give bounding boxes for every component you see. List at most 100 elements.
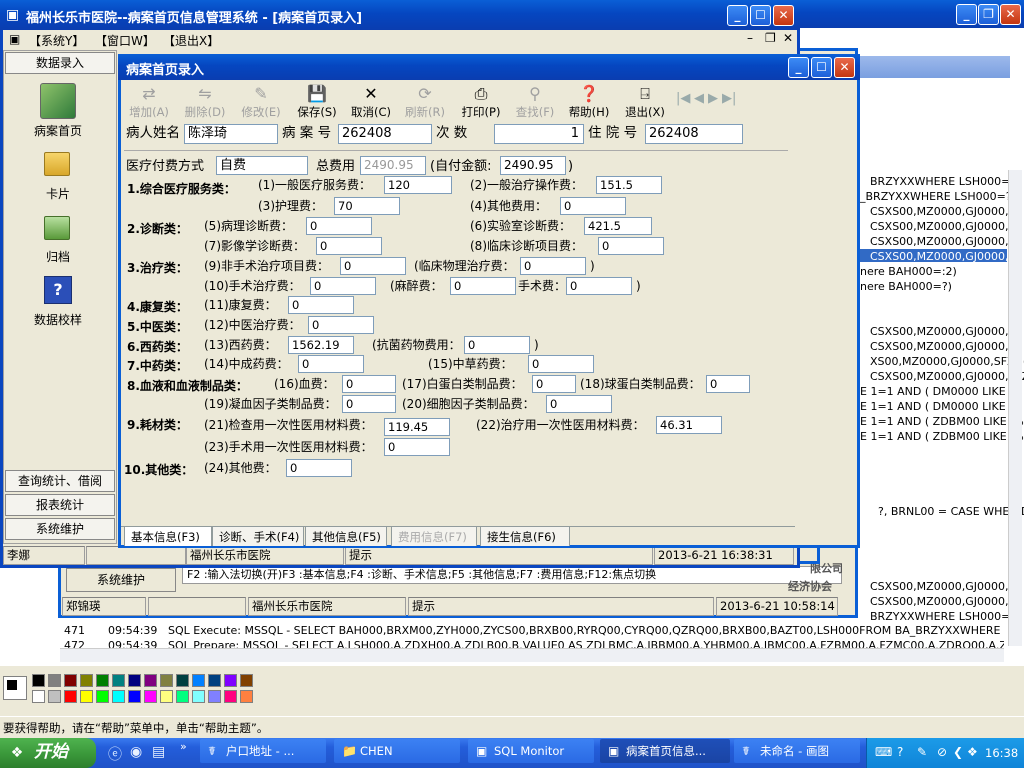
- minimize-button[interactable]: _: [727, 5, 748, 26]
- fee-field-f17[interactable]: 0: [532, 375, 576, 393]
- taskbar-item[interactable]: ▣ SQL Monitor: [468, 739, 594, 763]
- maximize-button[interactable]: ☐: [750, 5, 771, 26]
- fee-field-f13[interactable]: 1562.19: [288, 336, 354, 354]
- palette-swatch[interactable]: [112, 674, 125, 687]
- palette-swatch[interactable]: [176, 690, 189, 703]
- menu-exit[interactable]: 【退出X】: [163, 32, 219, 49]
- tab-2[interactable]: 其他信息(F5): [305, 526, 387, 546]
- mdi-minimize-button[interactable]: –: [747, 31, 753, 45]
- fee-field-f23[interactable]: 0: [384, 438, 450, 456]
- sidebar-maintenance-button[interactable]: 系统维护: [5, 518, 115, 540]
- fee-field-f6[interactable]: 421.5: [584, 217, 652, 235]
- palette-swatch[interactable]: [224, 690, 237, 703]
- palette-swatch[interactable]: [128, 690, 141, 703]
- toolbar-button-find[interactable]: ⚲ 查找(F): [510, 84, 560, 120]
- quicklaunch-app-icon[interactable]: ◉: [130, 744, 142, 760]
- toolbar-button-delete[interactable]: ⇋ 删除(D): [180, 84, 230, 120]
- palette-swatch[interactable]: [160, 674, 173, 687]
- palette-swatch[interactable]: [96, 690, 109, 703]
- palette-swatch[interactable]: [208, 674, 221, 687]
- fee-field-f10[interactable]: 0: [310, 277, 376, 295]
- fee-field-f18[interactable]: 0: [706, 375, 750, 393]
- fee-field-f1[interactable]: 120: [384, 176, 452, 194]
- fee-field-f13a[interactable]: 0: [464, 336, 530, 354]
- palette-swatch[interactable]: [192, 690, 205, 703]
- back-window-sidebar-button[interactable]: 系统维护: [66, 568, 176, 592]
- sidebar-report-button[interactable]: 报表统计: [5, 494, 115, 516]
- palette-swatch[interactable]: [64, 674, 77, 687]
- nav-next-icon[interactable]: ▶: [708, 91, 718, 106]
- toolbar-button-exit[interactable]: ⍈ 退出(X): [620, 84, 670, 120]
- quicklaunch-desktop-icon[interactable]: ▤: [152, 744, 165, 760]
- toolbar-button-save[interactable]: 💾 保存(S): [292, 84, 342, 120]
- taskbar-item[interactable]: 📁 CHEN: [334, 739, 460, 763]
- palette-swatch[interactable]: [128, 674, 141, 687]
- fee-field-f21[interactable]: 119.45: [384, 418, 450, 436]
- nav-last-icon[interactable]: ▶|: [722, 91, 736, 106]
- palette-swatch[interactable]: [48, 690, 61, 703]
- tab-0[interactable]: 基本信息(F3): [124, 526, 212, 546]
- form-maximize-button[interactable]: ☐: [811, 57, 832, 78]
- fee-field-f22[interactable]: 46.31: [656, 416, 722, 434]
- help-tray-icon[interactable]: ?: [897, 745, 903, 759]
- palette-swatch[interactable]: [192, 674, 205, 687]
- fee-field-f10b[interactable]: 0: [566, 277, 632, 295]
- quicklaunch-more-icon[interactable]: »: [180, 740, 187, 753]
- toolbar-button-add[interactable]: ⇄ 增加(A): [124, 84, 174, 120]
- ime-icon[interactable]: ⊘: [937, 745, 947, 759]
- payment-select[interactable]: 自费: [216, 156, 308, 175]
- toolbar-button-cancel[interactable]: ✕ 取消(C): [346, 84, 396, 120]
- patient-name-field[interactable]: 陈泽琦: [184, 124, 278, 144]
- mdi-restore-button[interactable]: ❐: [765, 31, 776, 45]
- fee-field-f9a[interactable]: 0: [520, 257, 586, 275]
- fee-field-f9[interactable]: 0: [340, 257, 406, 275]
- sql-vertical-scrollbar[interactable]: [1008, 170, 1022, 646]
- taskbar-item[interactable]: ▣ 病案首页信息...: [600, 739, 730, 763]
- fee-field-f10a[interactable]: 0: [450, 277, 516, 295]
- taskbar-item[interactable]: ☤ 未命名 - 画图: [734, 739, 860, 763]
- palette-swatch[interactable]: [160, 690, 173, 703]
- menu-system[interactable]: 【系统Y】: [29, 32, 84, 49]
- tray-app-icon[interactable]: ❖: [967, 745, 978, 759]
- fee-field-f20[interactable]: 0: [546, 395, 612, 413]
- fee-field-f5[interactable]: 0: [306, 217, 372, 235]
- form-minimize-button[interactable]: _: [788, 57, 809, 78]
- fee-field-f8[interactable]: 0: [598, 237, 664, 255]
- fee-field-f2[interactable]: 151.5: [596, 176, 662, 194]
- taskbar-item[interactable]: ☤ 户口地址 - ...: [200, 739, 326, 763]
- self-pay-field[interactable]: 2490.95: [500, 156, 566, 175]
- fee-field-f7[interactable]: 0: [316, 237, 382, 255]
- palette-swatch[interactable]: [64, 690, 77, 703]
- palette-swatch[interactable]: [144, 674, 157, 687]
- sql-horizontal-scrollbar[interactable]: [60, 648, 1004, 662]
- toolbar-button-print[interactable]: ⎙ 打印(P): [456, 84, 506, 120]
- fee-field-f12[interactable]: 0: [308, 316, 374, 334]
- times-field[interactable]: 1: [494, 124, 584, 144]
- bg-close-button[interactable]: ✕: [1000, 4, 1021, 25]
- fee-field-f11[interactable]: 0: [288, 296, 354, 314]
- nav-prev-icon[interactable]: ◀: [694, 91, 704, 106]
- nav-first-icon[interactable]: |◀: [676, 91, 690, 106]
- fee-field-f3[interactable]: 70: [334, 197, 400, 215]
- fee-field-f15[interactable]: 0: [528, 355, 594, 373]
- arrow-left-icon[interactable]: ❮: [953, 745, 963, 759]
- close-button[interactable]: ✕: [773, 5, 794, 26]
- sidebar-item-data-check[interactable]: ?: [44, 276, 74, 306]
- fee-field-f16[interactable]: 0: [342, 375, 396, 393]
- sidebar-item-card[interactable]: [44, 150, 72, 178]
- sidebar-data-entry-button[interactable]: 数据录入: [5, 52, 115, 74]
- fee-field-f19[interactable]: 0: [342, 395, 396, 413]
- palette-swatch[interactable]: [112, 690, 125, 703]
- palette-swatch[interactable]: [240, 690, 253, 703]
- fee-field-f14[interactable]: 0: [298, 355, 364, 373]
- menu-window[interactable]: 【窗口W】: [95, 32, 155, 49]
- sidebar-item-archive[interactable]: [44, 214, 72, 242]
- palette-swatch[interactable]: [208, 690, 221, 703]
- palette-swatch[interactable]: [80, 690, 93, 703]
- network-icon[interactable]: ✎: [917, 745, 927, 759]
- fee-field-f24[interactable]: 0: [286, 459, 352, 477]
- inpatient-no-field[interactable]: 262408: [645, 124, 743, 144]
- mdi-close-button[interactable]: ✕: [783, 31, 793, 45]
- keyboard-icon[interactable]: ⌨: [875, 745, 892, 759]
- bg-restore-button[interactable]: ❐: [978, 4, 999, 25]
